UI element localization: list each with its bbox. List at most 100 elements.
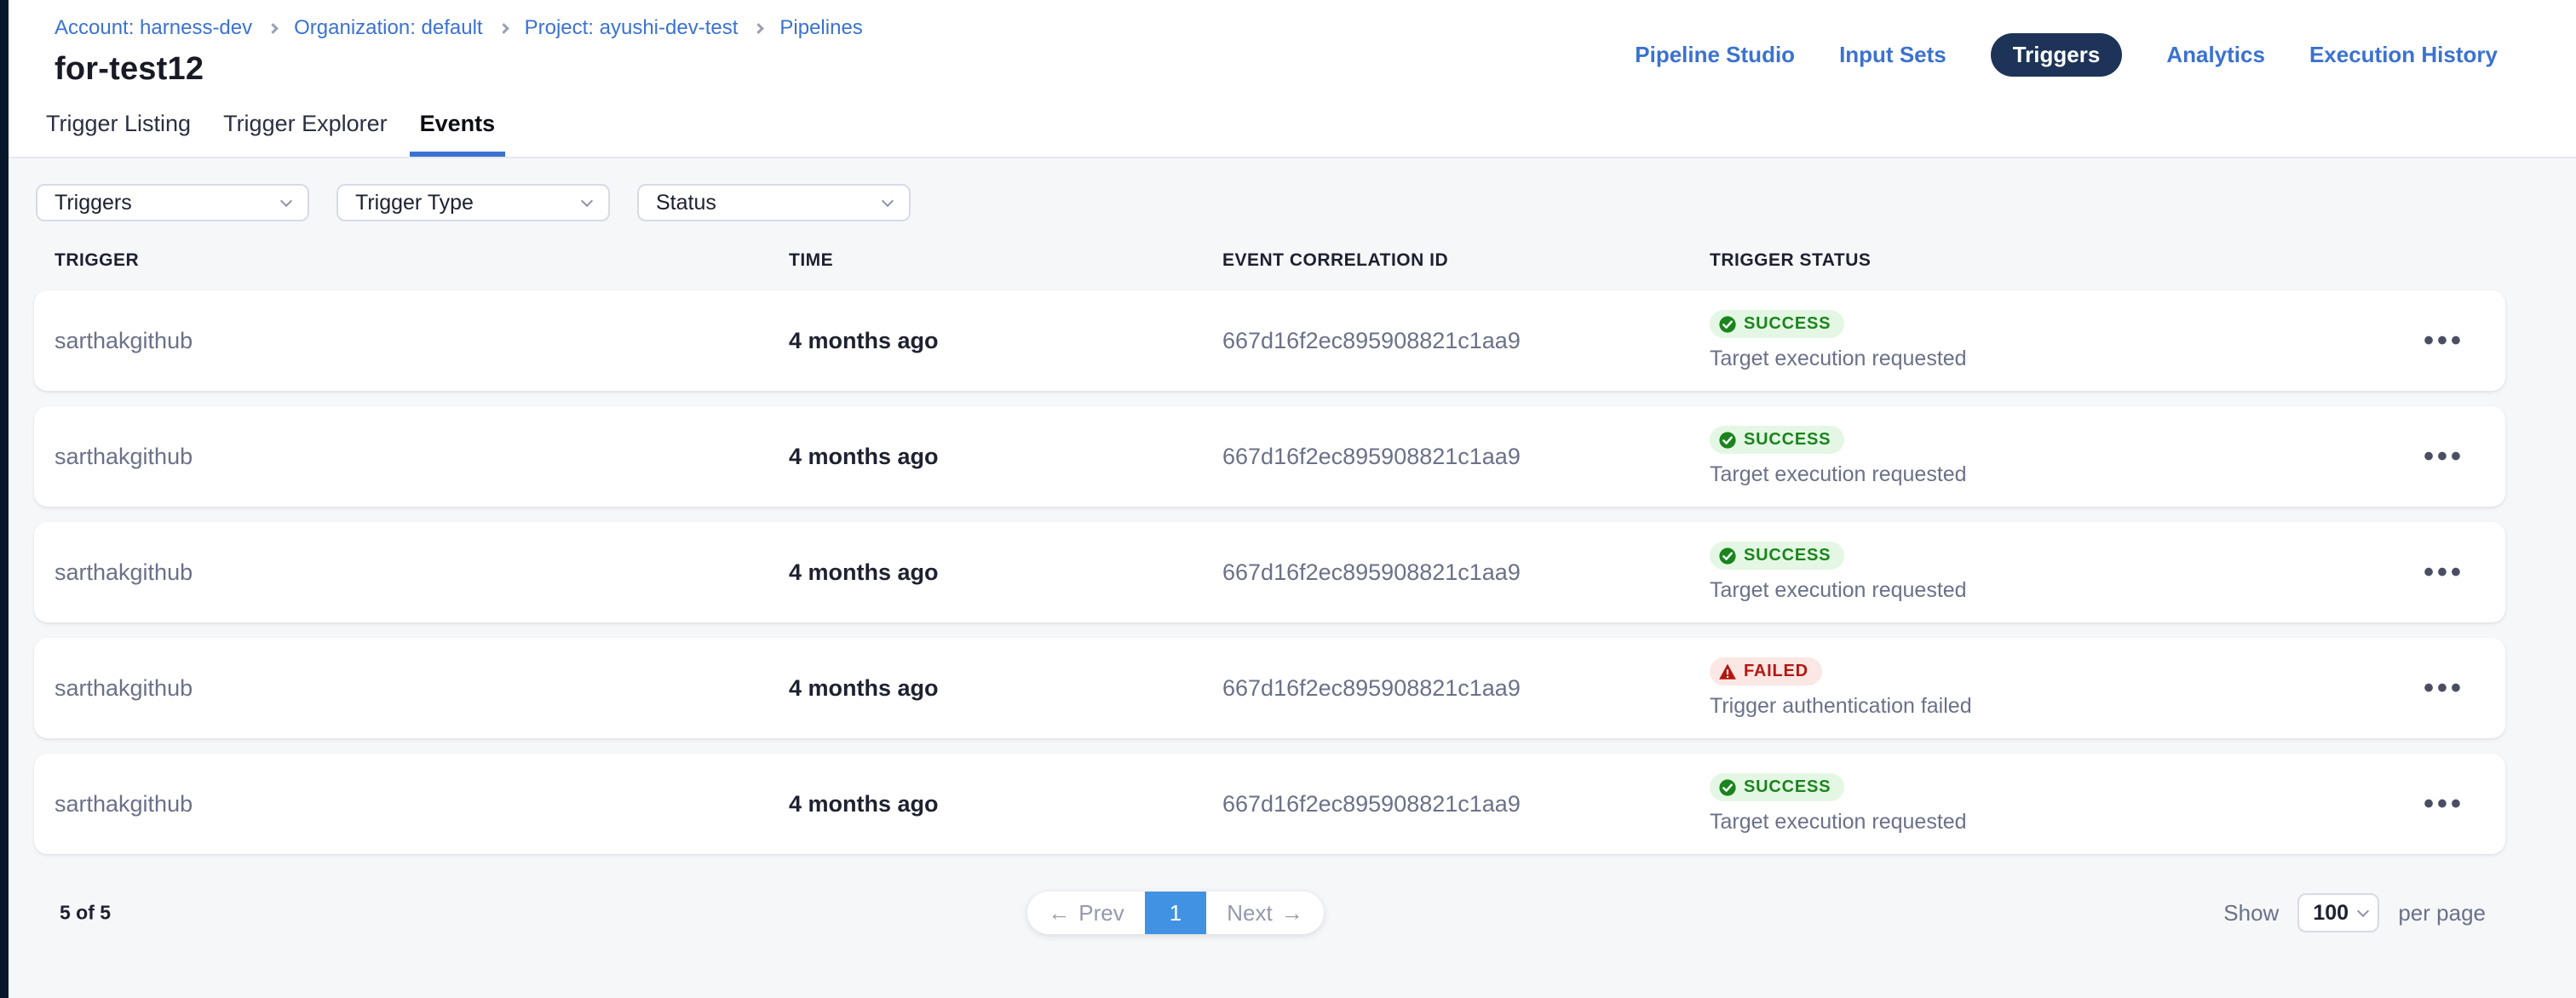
event-row[interactable]: sarthakgithub 4 months ago 667d16f2ec895… bbox=[34, 406, 2505, 507]
breadcrumb-separator-icon bbox=[267, 23, 279, 34]
events-content: Triggers Trigger Type Status TRIGGER TIM… bbox=[0, 158, 2576, 998]
prev-page-button[interactable]: ← Prev bbox=[1027, 892, 1145, 934]
breadcrumb-project[interactable]: Project: ayushi-dev-test bbox=[525, 15, 739, 41]
nav-execution-history[interactable]: Execution History bbox=[2309, 42, 2498, 68]
breadcrumb-account[interactable]: Account: harness-dev bbox=[55, 15, 252, 41]
event-correlation-id: 667d16f2ec895908821c1aa9 bbox=[1222, 444, 1710, 470]
filters-bar: Triggers Trigger Type Status bbox=[36, 158, 2576, 221]
chevron-down-icon bbox=[2357, 904, 2369, 916]
status-badge: SUCCESS bbox=[1710, 310, 1844, 338]
triggers-filter-select[interactable]: Triggers bbox=[36, 184, 309, 221]
event-correlation-id: 667d16f2ec895908821c1aa9 bbox=[1222, 675, 1710, 702]
col-trigger: TRIGGER bbox=[55, 250, 789, 271]
status-message: Target execution requested bbox=[1710, 810, 1967, 835]
page-size-value: 100 bbox=[2313, 901, 2349, 926]
more-options-button[interactable]: ••• bbox=[2403, 332, 2485, 349]
more-options-button[interactable]: ••• bbox=[2403, 680, 2485, 697]
page-1-button[interactable]: 1 bbox=[1145, 892, 1206, 934]
prev-label: Prev bbox=[1078, 900, 1124, 926]
pagination-summary: 5 of 5 bbox=[60, 902, 111, 925]
trigger-name: sarthakgithub bbox=[55, 559, 789, 586]
event-time: 4 months ago bbox=[789, 328, 1222, 354]
event-time: 4 months ago bbox=[789, 444, 1222, 470]
event-correlation-id: 667d16f2ec895908821c1aa9 bbox=[1222, 791, 1710, 817]
chevron-down-icon bbox=[280, 194, 292, 206]
col-event-correlation-id: EVENT CORRELATION ID bbox=[1222, 250, 1710, 271]
pagination: ← Prev 1 Next → bbox=[1027, 892, 1324, 934]
chevron-down-icon bbox=[581, 194, 593, 206]
status-badge: FAILED bbox=[1710, 657, 1822, 685]
status-message: Target execution requested bbox=[1710, 578, 1967, 603]
status-label: SUCCESS bbox=[1744, 430, 1831, 450]
tab-events[interactable]: Events bbox=[410, 95, 506, 157]
check-circle-icon bbox=[1718, 431, 1737, 450]
warning-triangle-icon bbox=[1718, 662, 1737, 681]
trigger-type-filter-select[interactable]: Trigger Type bbox=[336, 184, 610, 221]
status-label: FAILED bbox=[1744, 662, 1808, 681]
event-time: 4 months ago bbox=[789, 559, 1222, 586]
event-row[interactable]: sarthakgithub 4 months ago 667d16f2ec895… bbox=[34, 638, 2505, 738]
nav-analytics[interactable]: Analytics bbox=[2166, 42, 2265, 68]
col-trigger-status: TRIGGER STATUS bbox=[1710, 250, 2403, 271]
table-header: TRIGGER TIME EVENT CORRELATION ID TRIGGE… bbox=[34, 250, 2505, 271]
triggers-filter-label: Triggers bbox=[55, 191, 132, 215]
trigger-name: sarthakgithub bbox=[55, 328, 789, 354]
status-badge: SUCCESS bbox=[1710, 773, 1844, 801]
per-page-label: per page bbox=[2398, 900, 2486, 926]
status-label: SUCCESS bbox=[1744, 314, 1831, 334]
event-row[interactable]: sarthakgithub 4 months ago 667d16f2ec895… bbox=[34, 522, 2505, 622]
more-options-button[interactable]: ••• bbox=[2403, 448, 2485, 465]
trigger-status-cell: SUCCESS Target execution requested bbox=[1710, 542, 2403, 603]
status-message: Target execution requested bbox=[1710, 347, 1967, 371]
check-circle-icon bbox=[1718, 315, 1737, 334]
breadcrumb-pipelines[interactable]: Pipelines bbox=[779, 15, 862, 41]
trigger-type-filter-label: Trigger Type bbox=[355, 191, 474, 215]
nav-pipeline-studio[interactable]: Pipeline Studio bbox=[1635, 42, 1795, 68]
nav-triggers[interactable]: Triggers bbox=[1991, 33, 2123, 77]
event-correlation-id: 667d16f2ec895908821c1aa9 bbox=[1222, 559, 1710, 586]
page-size-control: Show 100 per page bbox=[2223, 892, 2486, 934]
events-tabbar: Trigger Listing Trigger Explorer Events bbox=[0, 95, 2576, 158]
trigger-name: sarthakgithub bbox=[55, 675, 789, 702]
tab-trigger-listing[interactable]: Trigger Listing bbox=[36, 95, 201, 157]
show-label: Show bbox=[2223, 900, 2279, 926]
status-label: SUCCESS bbox=[1744, 777, 1831, 797]
col-time: TIME bbox=[789, 250, 1222, 271]
trigger-name: sarthakgithub bbox=[55, 444, 789, 470]
breadcrumb-separator-icon bbox=[498, 23, 509, 34]
trigger-status-cell: SUCCESS Target execution requested bbox=[1710, 310, 2403, 371]
status-message: Trigger authentication failed bbox=[1710, 694, 1972, 719]
chevron-down-icon bbox=[882, 194, 894, 206]
next-arrow-icon: → bbox=[1281, 900, 1303, 926]
event-row[interactable]: sarthakgithub 4 months ago 667d16f2ec895… bbox=[34, 290, 2505, 391]
event-time: 4 months ago bbox=[789, 791, 1222, 817]
next-label: Next bbox=[1227, 900, 1272, 926]
pipeline-nav: Pipeline Studio Input Sets Triggers Anal… bbox=[1635, 32, 2498, 77]
trigger-status-cell: FAILED Trigger authentication failed bbox=[1710, 657, 2403, 719]
status-badge: SUCCESS bbox=[1710, 426, 1844, 454]
breadcrumb-organization[interactable]: Organization: default bbox=[294, 15, 482, 41]
nav-input-sets[interactable]: Input Sets bbox=[1839, 42, 1946, 68]
status-message: Target execution requested bbox=[1710, 462, 1967, 487]
left-nav-rail bbox=[0, 0, 9, 998]
trigger-name: sarthakgithub bbox=[55, 791, 789, 817]
event-row[interactable]: sarthakgithub 4 months ago 667d16f2ec895… bbox=[34, 754, 2505, 854]
page-header: Account: harness-dev Organization: defau… bbox=[0, 0, 2576, 95]
page-size-select[interactable]: 100 bbox=[2297, 893, 2379, 932]
events-list: sarthakgithub 4 months ago 667d16f2ec895… bbox=[34, 290, 2505, 854]
breadcrumb-separator-icon bbox=[754, 23, 765, 34]
tab-trigger-explorer[interactable]: Trigger Explorer bbox=[213, 95, 398, 157]
event-time: 4 months ago bbox=[789, 675, 1222, 702]
status-badge: SUCCESS bbox=[1710, 542, 1844, 570]
status-filter-select[interactable]: Status bbox=[637, 184, 911, 221]
check-circle-icon bbox=[1718, 778, 1737, 797]
status-filter-label: Status bbox=[656, 191, 716, 215]
trigger-status-cell: SUCCESS Target execution requested bbox=[1710, 426, 2403, 487]
prev-arrow-icon: ← bbox=[1048, 900, 1070, 926]
more-options-button[interactable]: ••• bbox=[2403, 564, 2485, 581]
trigger-status-cell: SUCCESS Target execution requested bbox=[1710, 773, 2403, 835]
more-options-button[interactable]: ••• bbox=[2403, 795, 2485, 812]
event-correlation-id: 667d16f2ec895908821c1aa9 bbox=[1222, 328, 1710, 354]
next-page-button[interactable]: Next → bbox=[1206, 892, 1324, 934]
status-label: SUCCESS bbox=[1744, 546, 1831, 565]
